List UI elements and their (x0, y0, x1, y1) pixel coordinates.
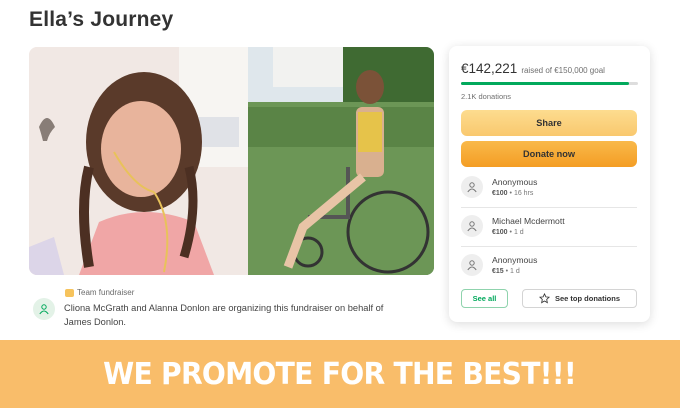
donation-count: 2.1K donations (461, 92, 512, 101)
see-all-button[interactable]: See all (461, 289, 508, 308)
progress-fill (461, 82, 629, 85)
promo-banner-text: WE PROMOTE FOR THE BEST!!! (103, 356, 578, 392)
see-top-donations-label: See top donations (554, 294, 620, 303)
divider (461, 207, 637, 208)
organizer-section: Team fundraiser Cliona McGrath and Alann… (33, 288, 433, 329)
donor-amount: €100 (492, 229, 508, 236)
hero-photos (29, 47, 434, 275)
hero-photo-wheelchair (248, 47, 434, 275)
donation-card: €142,221 raised of €150,000 goal 2.1K do… (449, 46, 650, 322)
donor-item: Anonymous €15 • 1 d (461, 254, 637, 276)
donor-amount: €15 (492, 268, 504, 275)
team-fundraiser-text: Team fundraiser (77, 288, 135, 297)
raised-amount: €142,221 (461, 61, 518, 76)
promo-banner: WE PROMOTE FOR THE BEST!!! (0, 340, 680, 408)
user-heart-icon (461, 254, 483, 276)
hospital-photo-illustration (29, 47, 248, 275)
donor-name: Michael Mcdermott (492, 216, 565, 226)
donor-time: 16 hrs (513, 190, 534, 197)
donate-now-button[interactable]: Donate now (461, 141, 637, 167)
progress-bar (461, 82, 638, 85)
divider (461, 246, 637, 247)
donor-time: 1 d (510, 268, 520, 275)
share-button[interactable]: Share (461, 110, 637, 136)
organizer-avatar (33, 298, 55, 320)
donor-amount: €100 (492, 190, 508, 197)
goal-text: raised of €150,000 goal (521, 66, 605, 75)
donor-time: 1 d (513, 229, 524, 236)
donor-name: Anonymous (492, 255, 538, 265)
user-heart-icon (39, 304, 49, 315)
organizer-description: Cliona McGrath and Alanna Donlon are org… (64, 303, 384, 327)
hero-photo-hospital (29, 47, 248, 275)
team-icon (65, 288, 74, 297)
team-fundraiser-label: Team fundraiser (65, 288, 394, 297)
see-top-donations-button[interactable]: See top donations (522, 289, 637, 308)
amount-raised: €142,221 raised of €150,000 goal (461, 61, 605, 76)
donor-item: Michael Mcdermott €100 • 1 d (461, 215, 637, 237)
page-title: Ella’s Journey (29, 8, 174, 31)
user-heart-icon (461, 215, 483, 237)
user-heart-icon (461, 176, 483, 198)
star-icon (538, 293, 550, 304)
wheelchair-photo-illustration (248, 47, 434, 275)
donor-name: Anonymous (492, 177, 538, 187)
donor-item: Anonymous €100 • 16 hrs (461, 176, 637, 198)
